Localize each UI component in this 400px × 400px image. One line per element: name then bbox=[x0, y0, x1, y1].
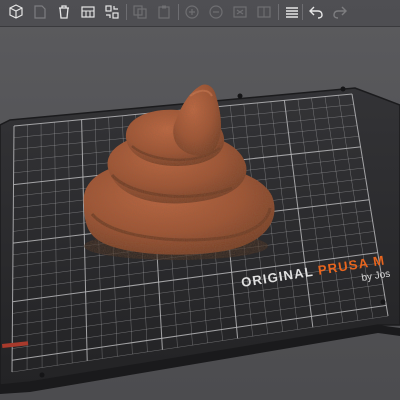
add-part-button[interactable] bbox=[30, 2, 50, 22]
copy-button[interactable] bbox=[130, 2, 150, 22]
minus-circle-icon bbox=[209, 5, 223, 19]
arrange-icon bbox=[105, 5, 119, 19]
layers-button[interactable] bbox=[282, 2, 302, 22]
add-instance-button[interactable] bbox=[182, 2, 202, 22]
scene-canvas[interactable]: ORIGINAL PRUSA M by Jos bbox=[0, 0, 400, 400]
paste-button[interactable] bbox=[154, 2, 174, 22]
file-add-icon bbox=[34, 5, 46, 19]
top-toolbar bbox=[0, 0, 400, 27]
delete-button[interactable] bbox=[54, 2, 74, 22]
split-objects-button[interactable] bbox=[230, 2, 250, 22]
3d-viewport[interactable]: ORIGINAL PRUSA M by Jos bbox=[0, 0, 400, 400]
cube-add-icon bbox=[9, 4, 23, 19]
redo-button[interactable] bbox=[330, 2, 350, 22]
remove-instance-button[interactable] bbox=[206, 2, 226, 22]
undo-icon bbox=[309, 6, 323, 19]
add-object-button[interactable] bbox=[6, 2, 26, 22]
undo-button[interactable] bbox=[306, 2, 326, 22]
bed-mount-hole bbox=[340, 86, 346, 92]
bed-mount-hole bbox=[39, 372, 45, 378]
paste-icon bbox=[158, 5, 170, 19]
layers-icon bbox=[286, 7, 298, 18]
plus-circle-icon bbox=[185, 5, 199, 19]
copy-icon bbox=[133, 5, 147, 19]
trash-icon bbox=[59, 5, 69, 19]
delete-all-button[interactable] bbox=[78, 2, 98, 22]
bed-mount-hole bbox=[237, 93, 243, 99]
bed-mount-hole bbox=[380, 299, 386, 305]
split-objects-icon bbox=[233, 6, 247, 18]
split-parts-icon bbox=[257, 6, 271, 18]
redo-icon bbox=[333, 6, 347, 19]
split-parts-button[interactable] bbox=[254, 2, 274, 22]
delete-all-icon bbox=[81, 6, 95, 18]
arrange-button[interactable] bbox=[102, 2, 122, 22]
